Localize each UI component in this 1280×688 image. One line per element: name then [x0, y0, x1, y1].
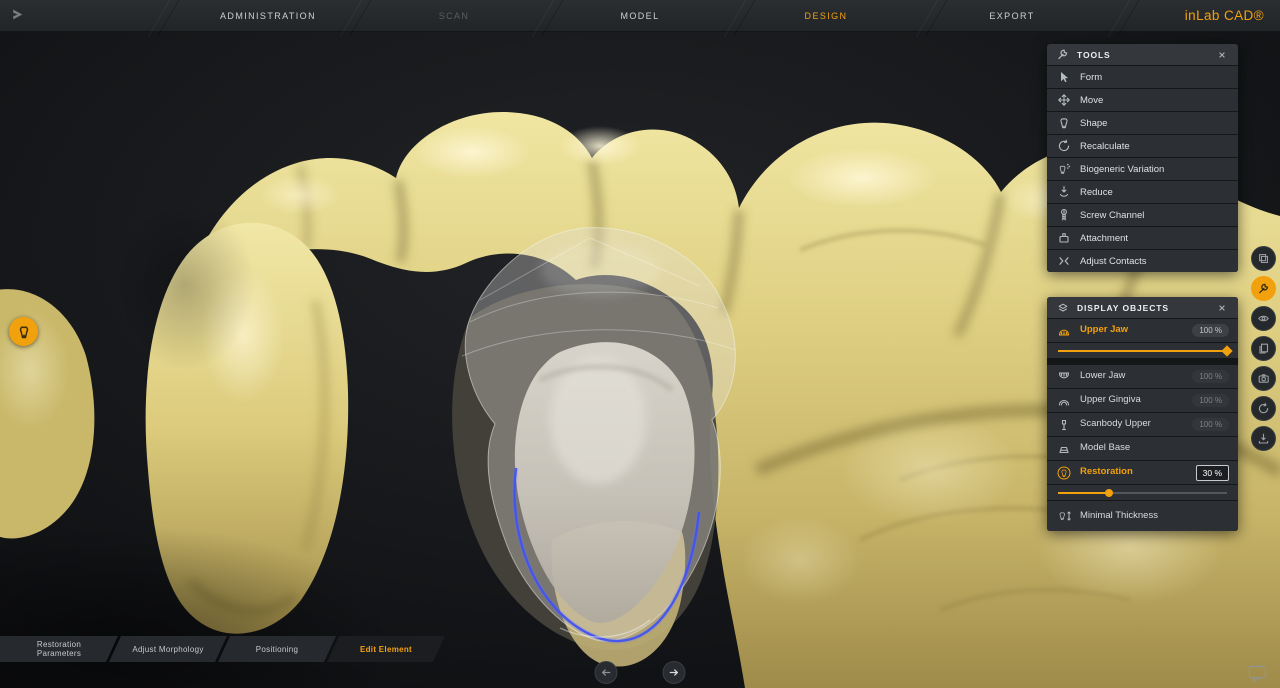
upper-jaw-icon [1056, 323, 1071, 338]
tools-close-icon[interactable] [1214, 47, 1230, 63]
eye-icon[interactable] [1251, 306, 1276, 331]
layers-icon [1055, 300, 1070, 315]
tool-item-move[interactable]: Move [1047, 89, 1238, 111]
tool-item-form[interactable]: Form [1047, 66, 1238, 88]
minimal-thickness-icon [1056, 509, 1071, 524]
display-item-upper-gingiva[interactable]: Upper Gingiva 100 % [1047, 389, 1238, 412]
display-item-label: Restoration [1080, 467, 1133, 478]
move-icon [1056, 93, 1071, 108]
step-adjust-morphology[interactable]: Adjust Morphology [109, 636, 227, 662]
tool-item-reduce[interactable]: Reduce [1047, 181, 1238, 203]
display-item-label: Model Base [1080, 443, 1130, 454]
reset-view-icon[interactable] [1251, 396, 1276, 421]
step-restoration-parameters[interactable]: Restoration Parameters [0, 636, 118, 662]
display-item-model-base[interactable]: Model Base [1047, 437, 1238, 460]
display-panel-title: DISPLAY OBJECTS [1077, 303, 1207, 313]
lower-jaw-opacity-value: 100 % [1192, 370, 1229, 383]
upper-gingiva-opacity-value: 100 % [1192, 394, 1229, 407]
shape-icon [1056, 116, 1071, 131]
wrench-icon [1055, 47, 1070, 62]
step-positioning[interactable]: Positioning [218, 636, 336, 662]
export-save-icon[interactable] [1251, 426, 1276, 451]
display-item-label: Upper Gingiva [1080, 395, 1141, 406]
upper-gingiva-icon [1056, 393, 1071, 408]
tool-item-label: Adjust Contacts [1080, 256, 1147, 267]
display-item-label: Lower Jaw [1080, 371, 1125, 382]
main-nav: ADMINISTRATION SCAN MODEL DESIGN EXPORT [175, 0, 1105, 31]
step-label: Adjust Morphology [132, 645, 203, 654]
tool-item-label: Attachment [1080, 233, 1128, 244]
tool-item-label: Screw Channel [1080, 210, 1144, 221]
tool-item-label: Form [1080, 72, 1102, 83]
tool-item-label: Biogeneric Variation [1080, 164, 1164, 175]
display-item-restoration[interactable]: Restoration 30 % [1047, 461, 1238, 484]
tool-item-label: Recalculate [1080, 141, 1130, 152]
nav-administration[interactable]: ADMINISTRATION [175, 0, 361, 31]
tool-item-biogeneric-variation[interactable]: Biogeneric Variation [1047, 158, 1238, 180]
display-item-label: Upper Jaw [1080, 325, 1128, 336]
screw-channel-icon [1056, 208, 1071, 223]
step-bar: Restoration Parameters Adjust Morphology… [0, 636, 445, 662]
form-icon [1056, 70, 1071, 85]
previous-step-icon[interactable] [595, 661, 618, 684]
app-window: ADMINISTRATION SCAN MODEL DESIGN EXPORT … [0, 0, 1280, 688]
step-nav-arrows [595, 661, 686, 684]
display-item-scanbody-upper[interactable]: Scanbody Upper 100 % [1047, 413, 1238, 436]
scanbody-icon [1056, 417, 1071, 432]
tools-rail-wrench-icon[interactable] [1251, 276, 1276, 301]
tool-item-recalculate[interactable]: Recalculate [1047, 135, 1238, 157]
tooth-indicator-badge[interactable] [9, 317, 38, 346]
attachment-icon [1056, 231, 1071, 246]
adjust-contacts-icon [1056, 254, 1071, 269]
camera-icon[interactable] [1251, 366, 1276, 391]
reduce-icon [1056, 185, 1071, 200]
brand-title: inLab CAD® [1185, 0, 1264, 31]
display-close-icon[interactable] [1214, 300, 1230, 316]
right-toolbar [1250, 246, 1276, 451]
tool-item-label: Shape [1080, 118, 1107, 129]
display-objects-panel: DISPLAY OBJECTS Upper Jaw 100 % [1047, 297, 1238, 531]
display-panel-header: DISPLAY OBJECTS [1047, 297, 1238, 318]
copy-pages-icon[interactable] [1251, 336, 1276, 361]
lower-jaw-icon [1056, 369, 1071, 384]
restoration-opacity-slider[interactable] [1047, 485, 1238, 500]
step-label: Restoration Parameters [20, 640, 98, 658]
nav-model[interactable]: MODEL [547, 0, 733, 31]
upper-jaw-opacity-slider[interactable] [1047, 343, 1238, 358]
tools-panel-header: TOOLS [1047, 44, 1238, 65]
tool-item-screw-channel[interactable]: Screw Channel [1047, 204, 1238, 226]
tool-item-shape[interactable]: Shape [1047, 112, 1238, 134]
tools-panel: TOOLS Form Move [1047, 44, 1238, 272]
model-base-icon [1056, 441, 1071, 456]
top-bar: ADMINISTRATION SCAN MODEL DESIGN EXPORT … [0, 0, 1280, 32]
feedback-chat-icon[interactable] [1248, 665, 1267, 683]
tools-panel-title: TOOLS [1077, 50, 1207, 60]
tool-item-adjust-contacts[interactable]: Adjust Contacts [1047, 250, 1238, 272]
nav-design[interactable]: DESIGN [733, 0, 919, 31]
nav-export[interactable]: EXPORT [919, 0, 1105, 31]
display-item-lower-jaw[interactable]: Lower Jaw 100 % [1047, 365, 1238, 388]
restoration-opacity-input[interactable]: 30 % [1196, 465, 1229, 481]
step-label: Edit Element [360, 645, 412, 654]
display-item-label: Minimal Thickness [1080, 511, 1158, 522]
display-item-label: Scanbody Upper [1080, 419, 1151, 430]
nav-scan[interactable]: SCAN [361, 0, 547, 31]
recalculate-icon [1056, 139, 1071, 154]
display-item-upper-jaw[interactable]: Upper Jaw 100 % [1047, 319, 1238, 342]
tool-item-label: Reduce [1080, 187, 1113, 198]
step-edit-element[interactable]: Edit Element [327, 636, 445, 662]
display-item-minimal-thickness[interactable]: Minimal Thickness [1047, 501, 1238, 531]
biogeneric-variation-icon [1056, 162, 1071, 177]
next-step-icon[interactable] [663, 661, 686, 684]
app-logo-icon [10, 7, 25, 22]
tool-item-attachment[interactable]: Attachment [1047, 227, 1238, 249]
tool-item-label: Move [1080, 95, 1103, 106]
upper-jaw-opacity-value: 100 % [1192, 324, 1229, 337]
restoration-icon [1056, 465, 1071, 480]
step-label: Positioning [256, 645, 298, 654]
stack-icon[interactable] [1251, 246, 1276, 271]
scanbody-opacity-value: 100 % [1192, 418, 1229, 431]
